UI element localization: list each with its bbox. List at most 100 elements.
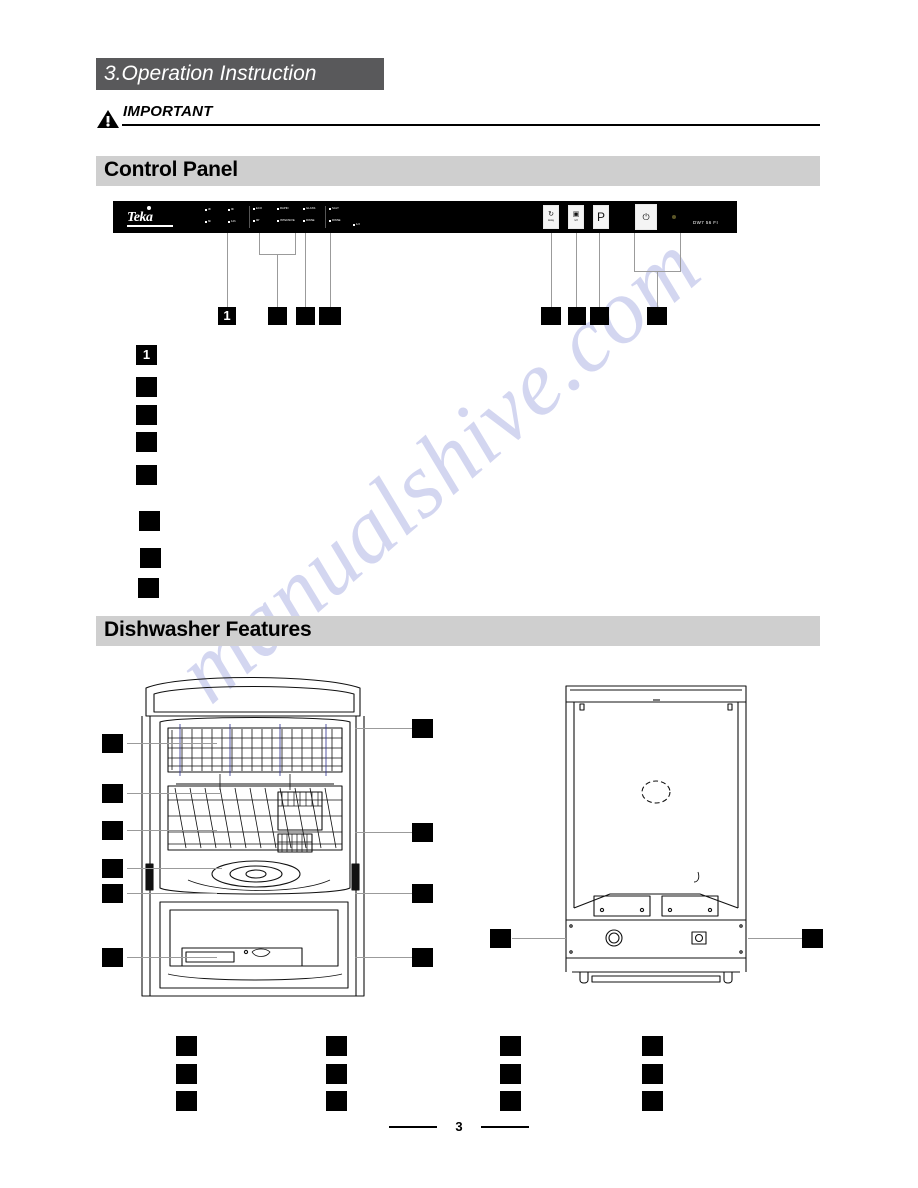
control-panel-illustration: Teka 3h 6h 9h 12h ECO 90' RAPID INTENSIV… xyxy=(113,201,737,233)
legend-item-redacted xyxy=(139,511,160,531)
indicator-salt: SALT xyxy=(329,207,339,210)
indicator-rapid: RAPID xyxy=(277,207,289,210)
feature-callout-redacted xyxy=(102,734,123,753)
leader-line xyxy=(599,233,600,307)
panel-separator xyxy=(325,206,326,228)
indicator-90: 90' xyxy=(253,219,260,222)
panel-separator xyxy=(249,206,250,228)
callout-redacted xyxy=(296,307,315,325)
leader-line xyxy=(748,938,802,939)
callout-redacted xyxy=(319,307,341,325)
teka-logo-text: Teka xyxy=(127,210,153,225)
leader-line xyxy=(634,233,635,271)
indicator-rinse: RINSE xyxy=(303,219,315,222)
indicator-led xyxy=(277,207,279,210)
section-heading-control-panel: Control Panel xyxy=(96,156,820,186)
indicator-led xyxy=(329,207,331,210)
delay-button[interactable]: ↻ delay xyxy=(543,205,559,229)
leader-line xyxy=(657,271,658,307)
leader-line xyxy=(330,233,331,307)
leader-line xyxy=(512,938,566,939)
callout-redacted xyxy=(590,307,609,325)
leader-line xyxy=(127,868,222,869)
model-number: DW7 56 FI xyxy=(693,220,719,225)
leader-line xyxy=(355,832,415,833)
leader-line xyxy=(127,793,221,794)
feature-callout-redacted xyxy=(102,859,123,878)
leader-line xyxy=(127,830,217,831)
indicator-led xyxy=(228,208,230,211)
feature-callout-redacted xyxy=(102,821,123,840)
footer-rule-left xyxy=(388,1125,437,1128)
callout-1: 1 xyxy=(218,307,236,325)
leader-line xyxy=(127,893,217,894)
feature-legend-redacted xyxy=(642,1091,663,1111)
indicator-rinse-aid: RINSE xyxy=(329,219,341,222)
feature-legend-redacted xyxy=(176,1064,197,1084)
dishwasher-rear-diagram xyxy=(565,685,747,984)
leader-line xyxy=(680,233,681,271)
leader-line xyxy=(355,728,415,729)
indicator-led xyxy=(253,219,255,222)
feature-callout-redacted xyxy=(412,884,433,903)
feature-callout-redacted xyxy=(102,948,123,967)
important-label: IMPORTANT xyxy=(123,103,213,120)
section-heading-dishwasher-features-label: Dishwasher Features xyxy=(104,618,312,641)
feature-callout-redacted xyxy=(802,929,823,948)
indicator-led xyxy=(329,219,331,222)
warning-triangle-icon xyxy=(97,110,119,128)
callout-redacted xyxy=(541,307,561,325)
half-load-button-label: 1/2 xyxy=(574,219,578,222)
indicator-led xyxy=(253,207,255,210)
teka-logo: Teka xyxy=(127,206,173,228)
footer-rule-right xyxy=(481,1125,530,1128)
legend-item-redacted xyxy=(140,548,161,568)
manual-page: manualshive.com 3.Operation Instruction … xyxy=(0,0,918,1188)
half-load-button[interactable]: ▣ 1/2 xyxy=(568,205,584,229)
legend-item-redacted xyxy=(136,377,157,397)
indicator-3h: 3h xyxy=(205,208,211,211)
callout-redacted xyxy=(568,307,586,325)
indicator-led xyxy=(303,207,305,210)
leader-line xyxy=(127,743,217,744)
indicator-eco: ECO xyxy=(253,207,262,210)
indicator-12h: 12h xyxy=(228,220,236,223)
leader-line xyxy=(355,957,415,958)
indicator-led xyxy=(353,223,355,226)
leader-line xyxy=(576,233,577,307)
feature-legend-redacted xyxy=(326,1064,347,1084)
feature-callout-redacted xyxy=(412,719,433,738)
feature-callout-redacted xyxy=(102,884,123,903)
indicator-glass: GLASS xyxy=(303,207,315,210)
power-button[interactable]: ⏻ xyxy=(635,204,657,230)
section-heading-control-panel-label: Control Panel xyxy=(104,158,238,181)
legend-item-redacted xyxy=(136,432,157,452)
feature-callout-redacted xyxy=(490,929,511,948)
teka-logo-underline xyxy=(127,225,173,227)
indicator-led xyxy=(228,220,230,223)
indicator-led xyxy=(303,219,305,222)
leader-line xyxy=(277,254,278,307)
page-footer: 3 xyxy=(0,1118,918,1142)
leader-line xyxy=(551,233,552,307)
leader-line xyxy=(355,893,415,894)
feature-callout-redacted xyxy=(412,823,433,842)
feature-legend-redacted xyxy=(500,1036,521,1056)
legend-item-redacted xyxy=(136,405,157,425)
indicator-led xyxy=(205,220,207,223)
feature-legend-redacted xyxy=(326,1091,347,1111)
program-button[interactable]: P xyxy=(593,205,609,229)
leader-line xyxy=(227,233,228,307)
half-load-icon: ▣ xyxy=(572,211,580,218)
dishwasher-interior-diagram xyxy=(141,676,365,997)
leader-line xyxy=(305,233,306,307)
page-number: 3 xyxy=(455,1119,463,1135)
feature-legend-redacted xyxy=(642,1036,663,1056)
feature-legend-redacted xyxy=(500,1064,521,1084)
feature-callout-redacted xyxy=(102,784,123,803)
feature-callout-redacted xyxy=(412,948,433,967)
page-title: 3.Operation Instruction xyxy=(96,58,384,90)
callout-redacted xyxy=(268,307,287,325)
feature-legend-redacted xyxy=(176,1091,197,1111)
watermark-text: manualshive.com xyxy=(156,213,719,722)
